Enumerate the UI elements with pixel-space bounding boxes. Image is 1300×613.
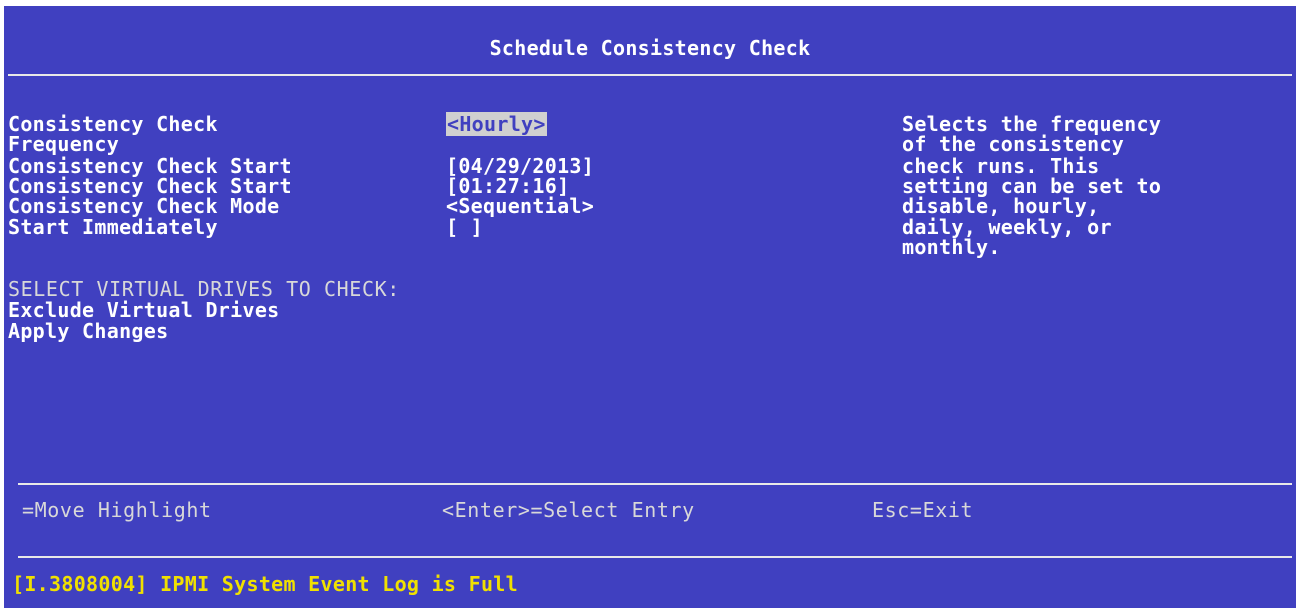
exclude-virtual-drives-item[interactable]: Exclude Virtual Drives <box>8 300 280 320</box>
footer-bottom-divider <box>18 556 1292 558</box>
label-start-immediately: Start Immediately <box>8 215 218 239</box>
title-divider <box>8 74 1292 76</box>
start-time-field[interactable]: [01:27:16] <box>446 176 569 196</box>
label-check-start-time: Consistency Check Start <box>8 174 292 198</box>
help-text-line: disable, hourly, <box>902 194 1100 218</box>
hint-select-entry: <Enter>=Select Entry <box>442 498 695 522</box>
frequency-select[interactable]: <Hourly> <box>446 112 547 136</box>
bios-console: Schedule Consistency Check Consistency C… <box>4 6 1296 608</box>
hint-move-highlight: =Move Highlight <box>22 498 212 522</box>
label-check-start-date: Consistency Check Start <box>8 154 292 178</box>
help-text-line: Selects the frequency <box>902 112 1162 136</box>
label-frequency: Frequency <box>8 132 120 156</box>
help-text-line: check runs. This <box>902 154 1100 178</box>
label-consistency-check: Consistency Check <box>8 112 218 136</box>
help-text-line: of the consistency <box>902 132 1125 156</box>
mode-select[interactable]: <Sequential> <box>446 196 594 216</box>
apply-changes-item[interactable]: Apply Changes <box>8 321 168 341</box>
footer-top-divider <box>18 483 1292 485</box>
hint-exit: Esc=Exit <box>872 498 974 522</box>
label-check-mode: Consistency Check Mode <box>8 194 280 218</box>
section-header: SELECT VIRTUAL DRIVES TO CHECK: <box>8 277 400 301</box>
start-date-field[interactable]: [04/29/2013] <box>446 156 594 176</box>
help-text-line: setting can be set to <box>902 174 1162 198</box>
help-text-line: daily, weekly, or <box>902 215 1112 239</box>
help-text-line: monthly. <box>902 235 1001 259</box>
status-message: [I.3808004] IPMI System Event Log is Ful… <box>12 572 518 596</box>
screen: Schedule Consistency Check Consistency C… <box>0 0 1300 613</box>
page-title: Schedule Consistency Check <box>489 36 811 60</box>
start-immediately-checkbox[interactable]: [ ] <box>446 217 483 237</box>
frequency-select-value[interactable]: <Hourly> <box>446 112 547 136</box>
